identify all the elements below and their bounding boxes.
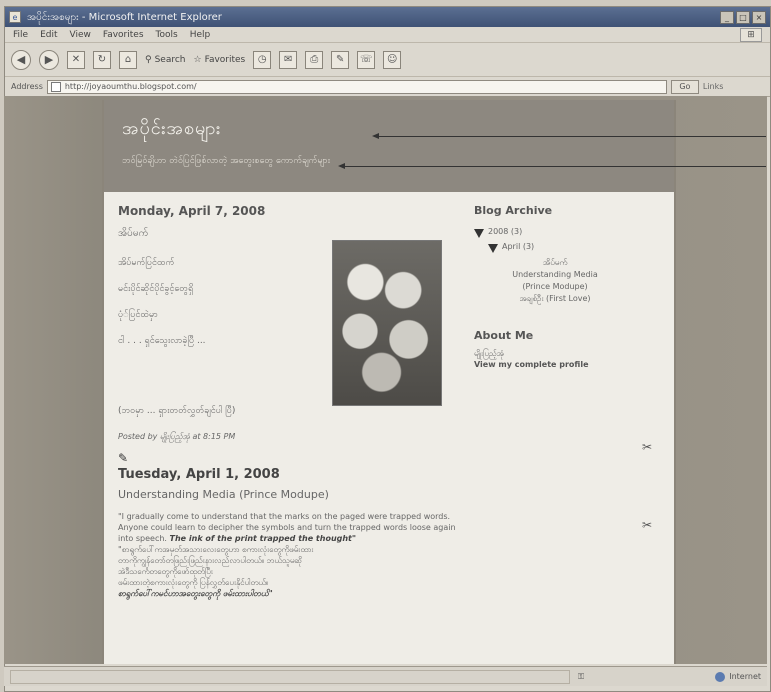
- discuss-icon[interactable]: ☏: [357, 50, 376, 69]
- blog-title[interactable]: အပိုင်းအစများ: [122, 116, 656, 143]
- star-icon: ☆: [193, 54, 202, 65]
- expand-triangle-icon[interactable]: [488, 244, 498, 253]
- edit-icon[interactable]: ✎: [331, 50, 350, 69]
- menu-view[interactable]: View: [70, 30, 91, 40]
- archive-heading: Blog Archive: [474, 204, 553, 217]
- archive-post-link[interactable]: Understanding Media: [500, 269, 610, 281]
- security-zone: Internet: [715, 671, 761, 682]
- menu-help[interactable]: Help: [190, 30, 211, 40]
- archive-month[interactable]: April (3): [488, 242, 660, 253]
- ie-logo-icon: e: [9, 11, 21, 23]
- search-label: Search: [154, 54, 186, 65]
- page-viewport[interactable]: အပိုင်းအစများ ဘဝ်မြဝ်ချိဟာ တဲဝ်ပြင်ဖြစ်လ…: [4, 96, 767, 664]
- translation-line: ဖမ်းထားတဲ့စကားလုံးတွေကို ပြန်လွှတ်ပေးနို…: [118, 578, 269, 587]
- post-title[interactable]: အိပ်မက်: [118, 226, 458, 241]
- archive-post-link[interactable]: (Prince Modupe): [500, 281, 610, 293]
- address-label: Address: [11, 82, 43, 91]
- menu-tools[interactable]: Tools: [156, 30, 178, 40]
- annotation-arrow: [372, 133, 766, 139]
- status-text-area: [10, 669, 570, 684]
- edit-post-icon[interactable]: ✎: [118, 451, 458, 465]
- archive-posts: အိပ်မက် Understanding Media (Prince Modu…: [500, 257, 660, 305]
- messenger-icon[interactable]: ☺: [383, 50, 402, 69]
- menu-file[interactable]: File: [13, 30, 28, 40]
- zone-label: Internet: [729, 672, 761, 681]
- quick-edit-icon[interactable]: ✂: [642, 518, 652, 532]
- status-bar: ⚿ Internet: [4, 666, 767, 686]
- favorites-button[interactable]: ☆ Favorites: [194, 55, 246, 65]
- annotation-arrow: [338, 163, 766, 169]
- about-heading: About Me: [474, 329, 534, 342]
- standard-toolbar: ◀ ▶ ✕ ↻ ⌂ ⚲ Search ☆ Favorites ◷ ✉ ⎙ ✎ ☏…: [5, 43, 770, 77]
- menu-favorites[interactable]: Favorites: [103, 30, 144, 40]
- translation-bold: စာရွက်ပေါ်ကမင်ဟာအတွေးတွေကို ဖမ်းထားပါတယ်…: [118, 589, 273, 598]
- post-date: Tuesday, April 1, 2008: [118, 467, 280, 482]
- post-title[interactable]: Understanding Media (Prince Modupe): [118, 488, 458, 501]
- mail-icon[interactable]: ✉: [279, 50, 298, 69]
- archive-year[interactable]: 2008 (3): [474, 227, 660, 238]
- forward-icon[interactable]: ▶: [39, 49, 59, 70]
- translation-line: "စာရွက်ပေါ်ကအမှတ်အသားလေးတွေဟာ စကားလုံးတွ…: [118, 545, 314, 554]
- quick-edit-icon[interactable]: ✂: [642, 440, 652, 454]
- translation-line: တာကိုကျွန်တော်တဖြည်းဖြည်းနားလည်လာပါတယ်။ …: [118, 556, 303, 565]
- maximize-button[interactable]: □: [736, 10, 750, 24]
- sidebar: Blog Archive 2008 (3) April (3) အိပ်မက် …: [468, 204, 660, 599]
- blog-page: အပိုင်းအစများ ဘဝ်မြဝ်ချိဟာ တဲဝ်ပြင်ဖြစ်လ…: [102, 100, 676, 664]
- title-bar: e အပိုင်းအစများ - Microsoft Internet Exp…: [5, 7, 770, 27]
- lock-icon: ⚿: [578, 671, 585, 681]
- profile-link[interactable]: View my complete profile: [474, 360, 660, 369]
- post-line: (ဘဝမှာ ... ရှားတတ်လွှတ်ချင်ပါ ပြီ): [118, 406, 236, 416]
- minimize-button[interactable]: _: [720, 10, 734, 24]
- windows-logo-icon: ⊞: [740, 27, 762, 42]
- address-input[interactable]: http://joyaoumthu.blogspot.com/: [46, 79, 667, 94]
- window-title: အပိုင်းအစများ - Microsoft Internet Explo…: [27, 11, 222, 23]
- history-icon[interactable]: ◷: [253, 50, 272, 69]
- author-name[interactable]: မျိုးပြည့်အုံ: [474, 348, 660, 360]
- page-icon: [50, 81, 61, 92]
- post-quote: "I gradually come to understand that the…: [118, 511, 458, 544]
- favorites-label: Favorites: [204, 54, 246, 65]
- close-button[interactable]: ×: [752, 10, 766, 24]
- go-button[interactable]: Go: [670, 79, 699, 94]
- posted-by[interactable]: Posted by မျိုးပြည့်အုံ at 8:15 PM: [118, 431, 458, 443]
- translation-line: အဲဒီသင်္ကေတတွေကိုဖော်ထုတ်ပြီး: [118, 567, 213, 576]
- quote-bold: The ink of the print trapped the thought…: [169, 534, 357, 543]
- blog-content: Monday, April 7, 2008 အိပ်မက် အိပ်မက်ပြင…: [104, 192, 674, 611]
- menu-edit[interactable]: Edit: [40, 30, 57, 40]
- archive-year-label[interactable]: 2008 (3): [488, 227, 522, 236]
- links-button[interactable]: Links: [703, 82, 724, 91]
- menu-bar: File Edit View Favorites Tools Help ⊞: [5, 27, 770, 43]
- home-icon[interactable]: ⌂: [119, 50, 137, 69]
- archive-post-link[interactable]: အချစ်ဦး (First Love): [500, 293, 610, 305]
- blog-header: အပိုင်းအစများ ဘဝ်မြဝ်ချိဟာ တဲဝ်ပြင်ဖြစ်လ…: [104, 100, 674, 192]
- refresh-icon[interactable]: ↻: [93, 50, 111, 69]
- globe-icon: [715, 671, 726, 682]
- tulip-photo: [332, 240, 442, 406]
- main-column: Monday, April 7, 2008 အိပ်မက် အိပ်မက်ပြင…: [118, 204, 458, 599]
- post-date: Monday, April 7, 2008: [118, 204, 266, 218]
- print-icon[interactable]: ⎙: [305, 50, 324, 69]
- address-bar: Address http://joyaoumthu.blogspot.com/ …: [5, 77, 770, 97]
- window-controls: _ □ ×: [720, 10, 766, 24]
- search-button[interactable]: ⚲ Search: [145, 55, 186, 65]
- address-url: http://joyaoumthu.blogspot.com/: [64, 82, 197, 91]
- expand-triangle-icon[interactable]: [474, 229, 484, 238]
- stop-icon[interactable]: ✕: [67, 50, 85, 69]
- archive-month-label[interactable]: April (3): [502, 242, 534, 251]
- archive-post-link[interactable]: အိပ်မက်: [500, 257, 610, 269]
- search-icon: ⚲: [145, 54, 152, 65]
- back-icon[interactable]: ◀: [11, 49, 31, 70]
